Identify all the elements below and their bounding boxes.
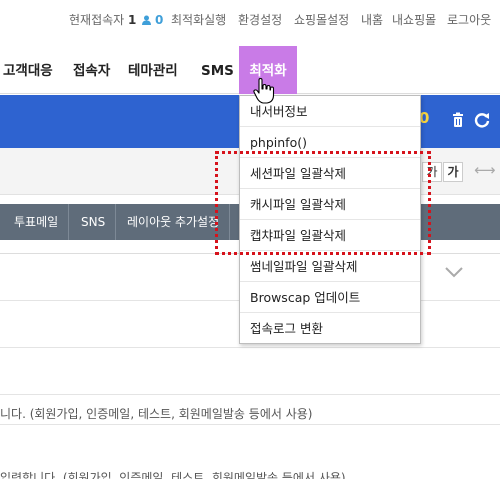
description-text-2: 입력합니다. (회원가입, 인증메일, 테스트, 회원메일발송 등에서 사용) [0,471,346,479]
main-nav: 고객대응 접속자 테마관리 SMS 최적화 [0,46,500,94]
table-row [0,348,500,395]
tab-sns[interactable]: SNS [71,204,117,240]
top-utility-bar: 현재접속자 1 0 최적화실행 환경설정 쇼핑몰설정 내홈 내쇼핑몰 로그아웃 [0,0,500,40]
tab-poll-mail[interactable]: 투표메일 [4,204,70,240]
menu-item-delete-thumbnail-files[interactable]: 썸네일파일 일괄삭제 [240,251,420,282]
table-row [0,395,500,425]
menu-item-delete-session-files[interactable]: 세션파일 일괄삭제 [240,158,420,189]
menu-item-delete-captcha-files[interactable]: 캡챠파일 일괄삭제 [240,220,420,251]
user-icon [142,15,152,25]
menu-item-delete-cache-files[interactable]: 캐시파일 일괄삭제 [240,189,420,220]
current-users-indicator[interactable]: 현재접속자 1 0 [69,12,163,28]
tab-layout-extra[interactable]: 레이아웃 추가설정 [117,204,231,240]
nav-sms[interactable]: SMS [201,46,234,94]
toplink-logout[interactable]: 로그아웃 [447,12,491,28]
chevron-down-icon[interactable] [444,265,464,279]
refresh-icon[interactable] [474,112,490,128]
nav-customer-support[interactable]: 고객대응 [3,46,53,94]
toplink-my-home[interactable]: 내홈 [361,12,383,28]
toplink-optimize-run[interactable]: 최적화실행 [171,12,226,28]
current-users-label: 현재접속자 [69,13,125,27]
font-size-small-button[interactable]: 가 [422,162,442,182]
current-users-online: 0 [155,13,164,27]
nav-theme-manage[interactable]: 테마관리 [128,46,178,94]
font-size-large-button[interactable]: 가 [443,162,463,182]
menu-item-browscap-update[interactable]: Browscap 업데이트 [240,282,420,313]
menu-item-convert-access-log[interactable]: 접속로그 변환 [240,313,420,344]
swap-arrows-icon[interactable]: ⟷ [474,161,496,179]
toplink-settings[interactable]: 환경설정 [238,12,282,28]
nav-visitors[interactable]: 접속자 [73,46,110,94]
toplink-shop-settings[interactable]: 쇼핑몰설정 [294,12,349,28]
optimize-dropdown-menu: 내서버정보 phpinfo() 세션파일 일괄삭제 캐시파일 일괄삭제 캡챠파일… [239,95,421,344]
current-users-count: 1 [128,13,137,27]
hand-cursor-icon [253,78,275,104]
menu-item-phpinfo[interactable]: phpinfo() [240,127,420,158]
trash-icon[interactable] [450,112,466,128]
toplink-my-shop[interactable]: 내쇼핑몰 [392,12,436,28]
